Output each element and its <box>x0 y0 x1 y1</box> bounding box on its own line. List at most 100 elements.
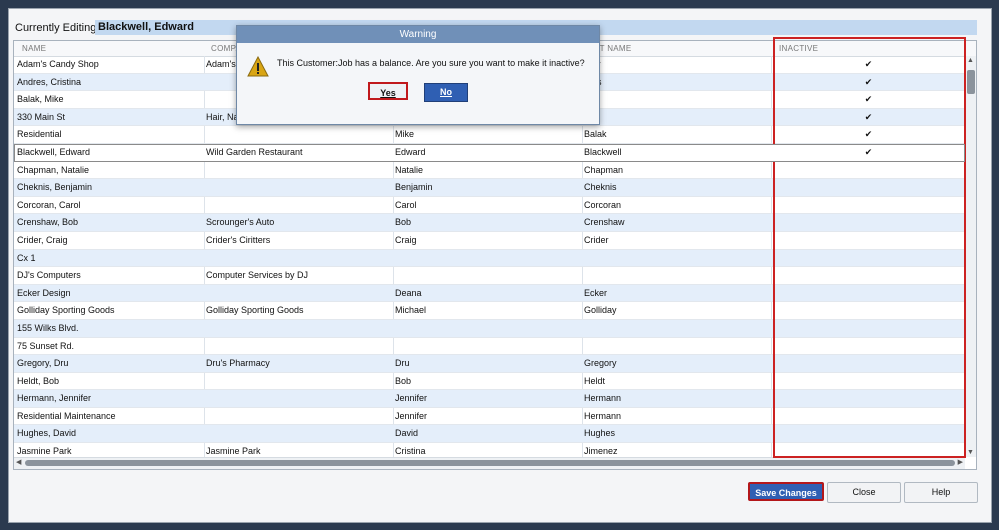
cell-company[interactable] <box>206 285 391 302</box>
cell-company[interactable] <box>206 179 391 196</box>
scroll-down-arrow-icon[interactable]: ▼ <box>967 449 974 456</box>
cell-company[interactable] <box>206 425 391 442</box>
cell-name[interactable]: Hughes, David <box>17 425 202 442</box>
cell-first-name[interactable] <box>395 267 580 284</box>
cell-name[interactable]: Residential <box>17 126 202 143</box>
cell-name[interactable]: 75 Sunset Rd. <box>17 338 202 355</box>
cell-last-name[interactable] <box>584 338 769 355</box>
cell-first-name[interactable]: Bob <box>395 373 580 390</box>
scroll-up-arrow-icon[interactable]: ▲ <box>967 57 974 64</box>
cell-name[interactable]: Andres, Cristina <box>17 74 202 91</box>
cell-company[interactable] <box>206 250 391 267</box>
cell-last-name[interactable]: Hermann <box>584 390 769 407</box>
close-button[interactable]: Close <box>827 482 901 503</box>
cell-last-name[interactable]: Hermann <box>584 408 769 425</box>
save-changes-button[interactable]: Save Changes <box>748 482 824 501</box>
cell-company[interactable]: Computer Services by DJ <box>206 267 391 284</box>
no-button[interactable]: No <box>424 83 468 102</box>
cell-first-name[interactable]: Carol <box>395 197 580 214</box>
cell-first-name[interactable]: Jennifer <box>395 408 580 425</box>
cell-first-name[interactable] <box>395 320 580 337</box>
cell-inactive[interactable]: ✔ <box>776 144 961 161</box>
cell-name[interactable]: Corcoran, Carol <box>17 197 202 214</box>
cell-last-name[interactable]: Corcoran <box>584 197 769 214</box>
scroll-left-arrow-icon[interactable]: ◀ <box>16 458 21 466</box>
cell-company[interactable] <box>206 162 391 179</box>
cell-company[interactable] <box>206 197 391 214</box>
cell-first-name[interactable]: Deana <box>395 285 580 302</box>
cell-name[interactable]: Adam's Candy Shop <box>17 56 202 73</box>
cell-name[interactable]: DJ's Computers <box>17 267 202 284</box>
cell-first-name[interactable] <box>395 338 580 355</box>
cell-last-name[interactable]: Hughes <box>584 425 769 442</box>
cell-company[interactable] <box>206 373 391 390</box>
cell-name[interactable]: Blackwell, Edward <box>17 144 202 161</box>
cell-name[interactable]: Cheknis, Benjamin <box>17 179 202 196</box>
cell-last-name[interactable] <box>584 250 769 267</box>
cell-first-name[interactable]: David <box>395 425 580 442</box>
cell-last-name[interactable]: Ecker <box>584 285 769 302</box>
cell-company[interactable]: Wild Garden Restaurant <box>206 144 391 161</box>
cell-name[interactable]: Cx 1 <box>17 250 202 267</box>
cell-company[interactable] <box>206 338 391 355</box>
cell-company[interactable] <box>206 126 391 143</box>
cell-last-name[interactable]: Golliday <box>584 302 769 319</box>
cell-name[interactable]: Hermann, Jennifer <box>17 390 202 407</box>
cell-last-name[interactable]: dley <box>584 56 769 73</box>
cell-company[interactable] <box>206 320 391 337</box>
cell-last-name[interactable]: ak <box>584 109 769 126</box>
table-row[interactable]: Blackwell, Edward Wild Garden Restaurant E… <box>14 143 965 162</box>
help-button[interactable]: Help <box>904 482 978 503</box>
cell-first-name[interactable]: Benjamin <box>395 179 580 196</box>
cell-last-name[interactable] <box>584 320 769 337</box>
cell-first-name[interactable]: Michael <box>395 302 580 319</box>
cell-first-name[interactable]: Dru <box>395 355 580 372</box>
warning-dialog: Warning This Customer:Job has a balance.… <box>236 25 600 125</box>
cell-name[interactable]: Crenshaw, Bob <box>17 214 202 231</box>
cell-first-name[interactable]: Jennifer <box>395 390 580 407</box>
horizontal-scrollbar[interactable]: ◀ ▶ <box>14 457 965 469</box>
cell-last-name[interactable]: Blackwell <box>584 144 769 161</box>
cell-name[interactable]: Residential Maintenance <box>17 408 202 425</box>
cell-first-name[interactable]: Edward <box>395 144 580 161</box>
cell-name[interactable]: Ecker Design <box>17 285 202 302</box>
cell-company[interactable]: Crider's Ciritters <box>206 232 391 249</box>
cell-first-name[interactable]: Craig <box>395 232 580 249</box>
cell-last-name[interactable]: Cheknis <box>584 179 769 196</box>
inactive-column-highlight <box>773 37 966 458</box>
cell-first-name[interactable]: Bob <box>395 214 580 231</box>
cell-name[interactable]: 155 Wilks Blvd. <box>17 320 202 337</box>
cell-name[interactable]: Crider, Craig <box>17 232 202 249</box>
cell-name[interactable]: Gregory, Dru <box>17 355 202 372</box>
vertical-scroll-thumb[interactable] <box>967 70 975 94</box>
cell-last-name[interactable]: Heldt <box>584 373 769 390</box>
scroll-right-arrow-icon[interactable]: ▶ <box>958 458 963 466</box>
cell-last-name[interactable]: dres <box>584 74 769 91</box>
cell-company[interactable]: Dru's Pharmacy <box>206 355 391 372</box>
currently-editing-label: Currently Editing: <box>15 22 100 34</box>
cell-last-name[interactable] <box>584 267 769 284</box>
cell-name[interactable]: Chapman, Natalie <box>17 162 202 179</box>
cell-first-name[interactable] <box>395 250 580 267</box>
cell-name[interactable]: Heldt, Bob <box>17 373 202 390</box>
cell-last-name[interactable]: Crenshaw <box>584 214 769 231</box>
cell-company[interactable] <box>206 390 391 407</box>
cell-last-name[interactable]: Chapman <box>584 162 769 179</box>
cell-name[interactable]: Golliday Sporting Goods <box>17 302 202 319</box>
cell-company[interactable] <box>206 408 391 425</box>
dialog-message: This Customer:Job has a balance. Are you… <box>277 58 585 68</box>
cell-name[interactable]: 330 Main St <box>17 109 202 126</box>
cell-company[interactable]: Golliday Sporting Goods <box>206 302 391 319</box>
vertical-scrollbar[interactable]: ▲ ▼ <box>965 56 976 457</box>
yes-button[interactable]: Yes <box>368 82 408 100</box>
column-header-name[interactable]: NAME <box>22 44 46 53</box>
cell-company[interactable]: Scrounger's Auto <box>206 214 391 231</box>
cell-name[interactable]: Balak, Mike <box>17 91 202 108</box>
horizontal-scroll-thumb[interactable] <box>25 460 955 466</box>
cell-last-name[interactable]: Gregory <box>584 355 769 372</box>
cell-last-name[interactable]: Balak <box>584 126 769 143</box>
cell-last-name[interactable]: Crider <box>584 232 769 249</box>
cell-first-name[interactable]: Natalie <box>395 162 580 179</box>
cell-last-name[interactable]: ak <box>584 91 769 108</box>
cell-first-name[interactable]: Mike <box>395 126 580 143</box>
